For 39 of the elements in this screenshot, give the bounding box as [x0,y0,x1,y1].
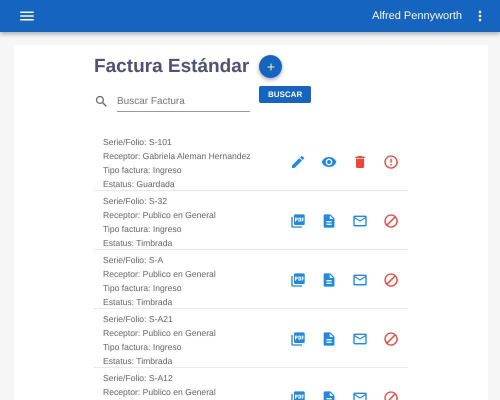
invoice-detail: Serie/Folio: S-101 [103,136,173,149]
invoice-detail: Tipo factura: Ingreso [103,282,182,295]
document-icon[interactable] [321,272,337,288]
page-title: Factura Estándar [94,56,250,78]
pdf-icon[interactable] [290,272,306,288]
invoice-detail: Estatus: Guardada [103,178,176,191]
mail-icon[interactable] [352,331,368,347]
edit-icon[interactable] [290,154,306,170]
invoice-detail: Serie/Folio: S-A [103,254,164,267]
pdf-icon[interactable] [290,331,306,347]
pdf-icon[interactable] [290,213,306,229]
plus-icon [264,60,277,72]
invoice-detail: Serie/Folio: S-32 [103,195,168,208]
invoice-detail: Tipo factura: Ingreso [103,223,182,236]
invoice-detail: Estatus: Timbrada [103,237,174,250]
document-icon[interactable] [321,331,337,347]
add-button[interactable] [259,55,282,78]
invoice-detail: Estatus: Timbrada [103,296,174,309]
user-name: Alfred Pennyworth [372,10,462,22]
cancel-icon[interactable] [383,213,399,229]
invoice-detail: Estatus: Timbrada [103,355,174,368]
invoice-detail: Receptor: Gabriela Aleman Hernandez [103,150,252,163]
search-button[interactable]: BUSCAR [259,86,312,103]
mail-icon[interactable] [352,213,368,229]
invoice-detail: Tipo factura: Ingreso [103,164,182,177]
search-icon [94,94,109,109]
eye-icon[interactable] [321,154,337,170]
invoice-detail: Tipo factura: Ingreso [103,341,182,354]
alert-icon[interactable] [383,154,399,170]
invoice-detail: Receptor: Publico en General [103,386,217,399]
invoice-detail: Receptor: Publico en General [103,268,217,281]
cancel-icon[interactable] [383,331,399,347]
invoice-detail: Serie/Folio: S-A21 [103,313,174,326]
invoice-detail: Receptor: Publico en General [103,209,217,222]
invoice-detail: Serie/Folio: S-A12 [103,372,174,385]
invoice-detail: Receptor: Publico en General [103,327,217,340]
document-icon[interactable] [321,213,337,229]
mail-icon[interactable] [352,272,368,288]
cancel-icon[interactable] [383,272,399,288]
